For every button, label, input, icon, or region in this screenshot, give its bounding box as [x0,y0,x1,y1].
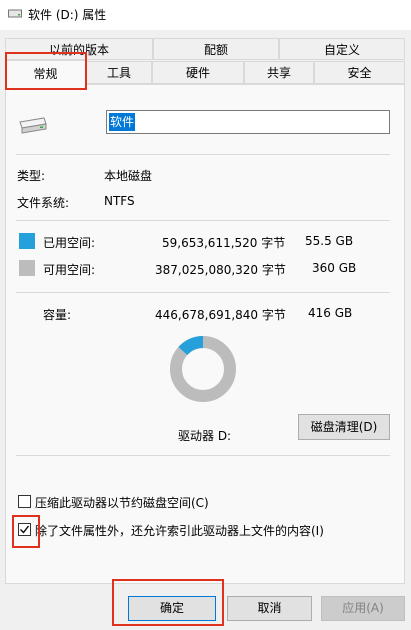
title-bar: 软件 (D:) 属性 [0,0,411,30]
type-label: 类型: [17,169,46,183]
type-value: 本地磁盘 [104,169,153,183]
tab-customize[interactable]: 自定义 [279,38,405,60]
separator [16,220,390,221]
disk-cleanup-button[interactable]: 磁盘清理(D) [298,414,390,440]
highlight-box-tab [5,52,87,90]
separator [16,292,390,293]
free-space-label: 可用空间: [43,263,96,277]
capacity-size: 416 GB [308,306,353,320]
used-space-size: 55.5 GB [305,234,354,248]
tab-sharing[interactable]: 共享 [244,61,314,84]
compress-checkbox[interactable] [18,495,31,508]
capacity-label: 容量: [43,308,72,322]
drive-letter-label: 驱动器 D: [178,429,232,443]
used-space-label: 已用空间: [43,236,96,250]
apply-button[interactable]: 应用(A) [321,596,405,621]
used-space-swatch [19,233,35,249]
separator [16,455,390,456]
cancel-button[interactable]: 取消 [227,596,312,621]
free-space-bytes: 387,025,080,320 字节 [155,263,286,277]
drive-name-input[interactable]: 软件 [106,110,390,134]
separator [16,154,390,155]
highlight-box-ok [112,579,224,626]
tab-tools[interactable]: 工具 [86,61,152,84]
tab-quota[interactable]: 配额 [153,38,279,60]
used-space-bytes: 59,653,611,520 字节 [162,236,286,250]
drive-icon [8,9,22,18]
free-space-size: 360 GB [312,261,357,275]
disk-usage-donut [170,336,236,402]
disk-icon [19,117,47,134]
highlight-box-checkbox [12,515,40,548]
filesystem-value: NTFS [104,194,135,208]
free-space-swatch [19,260,35,276]
compress-label: 压缩此驱动器以节约磁盘空间(C) [35,496,209,510]
tab-security[interactable]: 安全 [314,61,405,84]
tab-hardware[interactable]: 硬件 [152,61,244,84]
index-label: 除了文件属性外，还允许索引此驱动器上文件的内容(I) [35,524,324,538]
used-space-arc [178,336,204,356]
capacity-bytes: 446,678,691,840 字节 [155,308,286,322]
filesystem-label: 文件系统: [17,196,70,210]
window-title: 软件 (D:) 属性 [28,8,107,22]
